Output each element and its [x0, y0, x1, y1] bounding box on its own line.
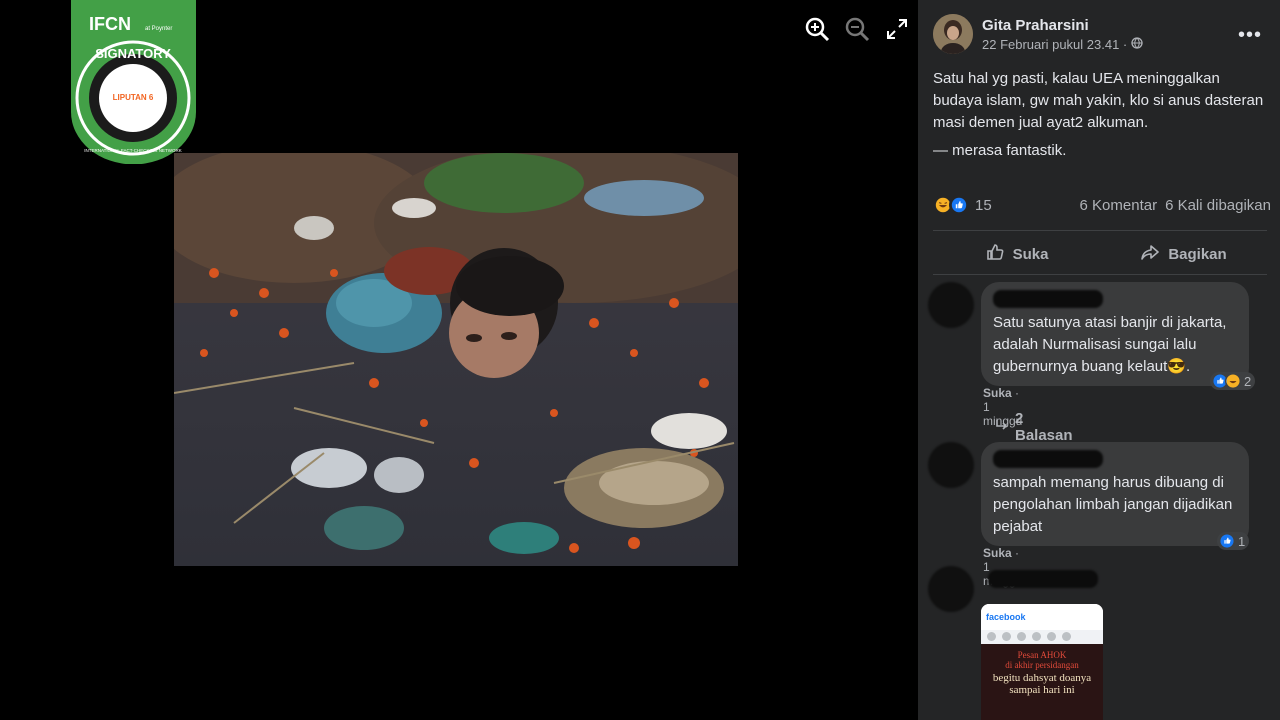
home-icon [987, 632, 996, 641]
reply-arrow-icon [995, 418, 1009, 436]
zoom-out-icon[interactable] [842, 14, 872, 44]
share-button[interactable]: Bagikan [1100, 234, 1267, 274]
meme-line: begitu dahsyat doanya [992, 672, 1092, 684]
reactions-bar: 15 6 Komentar 6 Kali dibagikan [933, 195, 1271, 215]
post-actions: Suka Bagikan [933, 234, 1267, 274]
comment-reaction-count: 1 [1238, 533, 1246, 549]
ifcn-ring-label: INTERNATIONAL FACT-CHECKING NETWORK [84, 148, 182, 153]
signatory-label: SIGNATORY [95, 46, 171, 61]
meme-line: sampai hari ini [1009, 684, 1075, 696]
divider [933, 230, 1267, 231]
comment-bubble: Satu satunya atasi banjir di jakarta, ad… [981, 282, 1249, 386]
comment-bubble: sampah memang harus dibuang di pengolaha… [981, 442, 1249, 546]
post-photo[interactable] [174, 153, 738, 566]
comment-reaction-count: 2 [1244, 373, 1252, 389]
friends-icon [1002, 632, 1011, 641]
ifcn-signatory-badge: IFCN at Poynter SIGNATORY INTERNATIONAL … [71, 0, 196, 165]
share-count[interactable]: 6 Kali dibagikan [1165, 197, 1271, 214]
commenter-name-redacted[interactable] [993, 450, 1103, 468]
post-header: Gita Praharsini 22 Februari pukul 23.41 … [933, 14, 1143, 54]
comment-text: sampah memang harus dibuang di pengolaha… [993, 474, 1233, 535]
like-reaction-icon [1219, 533, 1235, 549]
comment-like-link[interactable]: Suka [983, 386, 1012, 400]
share-icon [1140, 242, 1160, 266]
fb-screenshot-nav [981, 630, 1103, 644]
more-options-icon[interactable]: ••• [1238, 24, 1262, 47]
post-feeling: — merasa fantastik. [933, 142, 1067, 159]
zoom-in-icon[interactable] [802, 14, 832, 44]
post-timestamp[interactable]: 22 Februari pukul 23.41 · [982, 37, 1143, 52]
post-panel: Gita Praharsini 22 Februari pukul 23.41 … [918, 0, 1280, 720]
commenter-name-redacted[interactable] [988, 570, 1098, 588]
comment-count[interactable]: 6 Komentar [1080, 197, 1158, 214]
comment-text: Satu satunya atasi banjir di jakarta, ad… [993, 314, 1227, 375]
fb-screenshot-header: facebook [981, 604, 1103, 630]
meme-line: Pesan AHOK [1017, 650, 1067, 660]
meme-line: di akhir persidangan [1005, 660, 1079, 670]
like-button[interactable]: Suka [933, 234, 1100, 274]
ifcn-label: IFCN [89, 14, 131, 34]
commenter-avatar[interactable] [928, 282, 974, 328]
globe-icon [1131, 36, 1143, 52]
poynter-label: at Poynter [145, 26, 172, 32]
like-label: Suka [1012, 245, 1049, 263]
meme-image: Pesan AHOK di akhir persidangan begitu d… [981, 644, 1103, 720]
reaction-icons[interactable] [933, 195, 969, 215]
expand-icon[interactable] [882, 14, 912, 44]
commenter-avatar[interactable] [928, 442, 974, 488]
photo-viewer-toolbar [802, 14, 912, 44]
bell-icon [1047, 632, 1056, 641]
post-text: Satu hal yg pasti, kalau UEA meninggalka… [933, 68, 1273, 162]
post-time-text: 22 Februari pukul 23.41 · [982, 36, 1128, 52]
view-replies-link[interactable]: 2 Balasan [995, 410, 1073, 444]
post-text-body: Satu hal yg pasti, kalau UEA meninggalka… [933, 70, 1264, 131]
commenter-avatar[interactable] [928, 566, 974, 612]
replies-label: 2 Balasan [1015, 410, 1073, 444]
comment-image[interactable]: facebook Pesan AHOK di akhir persidangan… [981, 604, 1103, 720]
author-name[interactable]: Gita Praharsini [982, 17, 1143, 34]
watch-icon [1017, 632, 1026, 641]
groups-icon [1032, 632, 1041, 641]
divider [933, 274, 1267, 275]
comment-like-link[interactable]: Suka [983, 546, 1012, 560]
share-label: Bagikan [1168, 245, 1227, 263]
commenter-name-redacted[interactable] [993, 290, 1103, 308]
facebook-logo: facebook [986, 612, 1026, 622]
outlet-logo: LIPUTAN 6 [113, 93, 154, 102]
reaction-count[interactable]: 15 [975, 197, 992, 214]
haha-reaction-icon [1225, 373, 1241, 389]
like-reaction-icon [949, 195, 969, 215]
thumbs-up-icon [985, 242, 1005, 266]
author-avatar[interactable] [933, 14, 973, 54]
comment-reactions[interactable]: 1 [1217, 532, 1250, 550]
comment-reactions[interactable]: 2 [1210, 372, 1256, 390]
menu-icon [1062, 632, 1071, 641]
